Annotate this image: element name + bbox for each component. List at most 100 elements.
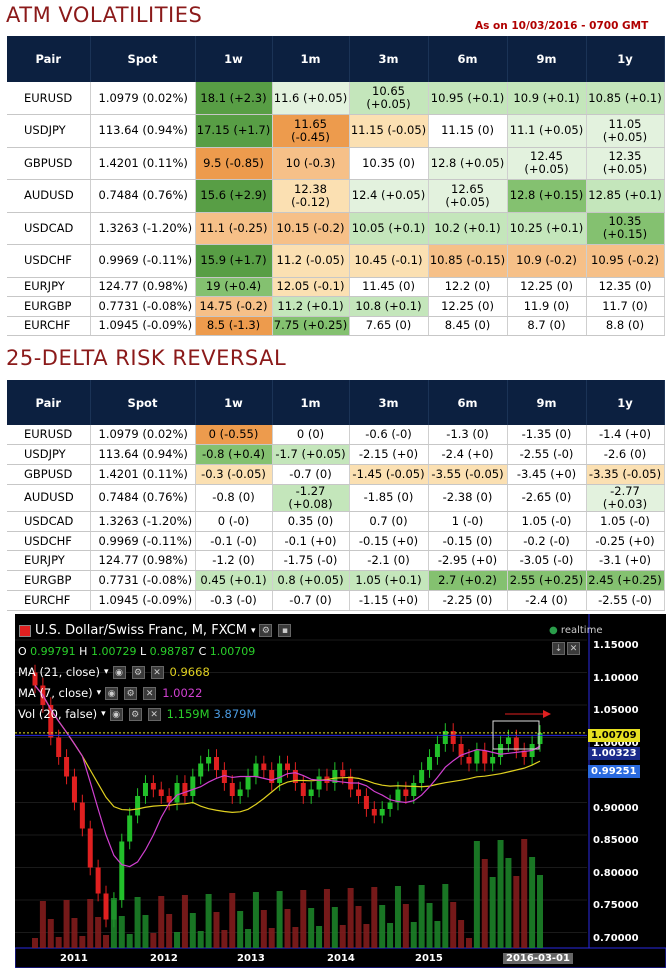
eye-icon[interactable]: ◉ — [105, 686, 119, 700]
value-cell: 11.7 (0) — [586, 296, 665, 317]
value-cell: 12.38 (-0.12) — [272, 179, 350, 213]
pane-close-icon[interactable]: ✕ — [567, 642, 580, 655]
column-header[interactable]: Pair — [7, 36, 91, 82]
eye-icon[interactable]: ◉ — [112, 665, 126, 679]
candle-body — [253, 763, 259, 777]
menu-icon[interactable]: ▪ — [278, 624, 292, 637]
column-header[interactable]: Spot — [90, 36, 196, 82]
column-header[interactable]: 9m — [507, 380, 587, 425]
pair-cell: EURJPY — [7, 550, 91, 572]
volume-bar — [32, 938, 38, 948]
value-cell: 1.05 (-0) — [586, 511, 665, 532]
column-header[interactable]: 1y — [586, 380, 665, 425]
vol-value-1: 1.159M — [166, 707, 210, 721]
close-icon[interactable]: ✕ — [150, 665, 164, 679]
volume-bar — [213, 912, 220, 948]
y-axis-tick: 1.05000 — [593, 705, 639, 716]
spot-cell: 1.3263 (-1.20%) — [90, 212, 196, 245]
candle-body — [158, 789, 164, 796]
ma7-legend[interactable]: MA (7, close) ▾ ◉ ⚙ ✕ 1.0022 — [18, 686, 202, 700]
column-header[interactable]: Spot — [90, 380, 196, 425]
value-cell: -0.6 (-0) — [349, 425, 429, 446]
price-chart[interactable]: U.S. Dollar/Swiss Franc, M, FXCM ▾ ⚙ ▪ ● … — [15, 614, 666, 968]
vol-legend[interactable]: Vol (20, false) ▾ ◉ ⚙ ✕ 1.159M 3.879M — [18, 707, 256, 721]
settings-icon[interactable]: ⚙ — [131, 665, 145, 679]
vol-label[interactable]: Vol (20, false) — [18, 707, 97, 721]
column-header[interactable]: 3m — [349, 380, 429, 425]
candle-body — [79, 802, 85, 829]
x-axis-tick: 2015 — [415, 953, 443, 964]
volume-bar — [513, 876, 520, 948]
value-cell: 11.2 (-0.05) — [272, 244, 350, 278]
value-cell: 8.8 (0) — [586, 316, 665, 337]
candle-body — [150, 783, 156, 790]
value-cell: 10.05 (+0.1) — [349, 212, 429, 245]
value-cell: 0.35 (0) — [272, 511, 350, 532]
close-icon[interactable]: ✕ — [143, 686, 157, 700]
value-cell: 15.6 (+2.9) — [195, 179, 273, 213]
column-header[interactable]: 1m — [272, 36, 350, 82]
value-cell: 14.75 (-0.2) — [195, 296, 273, 317]
value-cell: 12.25 (0) — [428, 296, 508, 317]
volume-bar — [371, 887, 378, 948]
column-header[interactable]: Pair — [7, 380, 91, 425]
x-axis-tick: 2012 — [150, 953, 178, 964]
candle-body — [434, 744, 440, 757]
realtime-label: realtime — [560, 625, 603, 636]
table-row: USDCHF 0.9969 (-0.11%) -0.1 (-0) -0.1 (+0) -… — [7, 531, 665, 552]
volume-bar — [537, 875, 543, 948]
column-header[interactable]: 6m — [428, 380, 508, 425]
column-header[interactable]: 1y — [586, 36, 665, 82]
ohlc-readout: O 0.99791 H 1.00729 L 0.98787 C 1.00709 — [18, 645, 255, 658]
value-cell: 7.65 (0) — [349, 316, 429, 337]
volume-bar — [284, 909, 291, 948]
close-icon[interactable]: ✕ — [147, 707, 161, 721]
column-header[interactable]: 9m — [507, 36, 587, 82]
value-cell: 15.9 (+1.7) — [195, 244, 273, 278]
value-cell: 1.05 (-0) — [507, 511, 587, 532]
column-header[interactable]: 6m — [428, 36, 508, 82]
candle-body — [427, 757, 433, 770]
value-cell: 12.85 (+0.1) — [586, 179, 665, 213]
candle-body — [387, 802, 393, 809]
spot-cell: 0.9969 (-0.11%) — [90, 244, 196, 278]
x-axis-tick: 2011 — [60, 953, 88, 964]
value-cell: 0.7 (0) — [349, 511, 429, 532]
settings-icon[interactable]: ⚙ — [259, 624, 273, 637]
volume-bar — [489, 877, 496, 948]
chevron-down-icon[interactable]: ▾ — [101, 709, 106, 719]
chevron-down-icon[interactable]: ▾ — [251, 626, 256, 636]
volume-bar — [166, 914, 173, 948]
candle-body — [340, 770, 346, 777]
candle-body — [229, 783, 235, 796]
volume-bar — [355, 906, 362, 948]
settings-icon[interactable]: ⚙ — [128, 707, 142, 721]
y-axis-tick: 0.85000 — [593, 835, 639, 846]
value-cell: 11.65 (-0.45) — [272, 114, 350, 148]
spot-cell: 124.77 (0.98%) — [90, 550, 196, 572]
ma21-legend[interactable]: MA (21, close) ▾ ◉ ⚙ ✕ 0.9668 — [18, 665, 210, 679]
candle-body — [403, 789, 409, 796]
value-cell: -0.25 (+0) — [586, 531, 665, 552]
pane-down-icon[interactable]: ⇣ — [552, 642, 565, 655]
value-cell: 10.65 (+0.05) — [349, 82, 429, 115]
ma7-label[interactable]: MA (7, close) — [18, 686, 93, 700]
arrow-head-icon — [543, 710, 551, 718]
column-header[interactable]: 1w — [195, 380, 273, 425]
column-header[interactable]: 1m — [272, 380, 350, 425]
value-cell: 1 (-0) — [428, 511, 508, 532]
ma21-label[interactable]: MA (21, close) — [18, 665, 100, 679]
eye-icon[interactable]: ◉ — [109, 707, 123, 721]
candle-body — [103, 893, 109, 920]
chevron-down-icon[interactable]: ▾ — [104, 667, 109, 677]
settings-icon[interactable]: ⚙ — [124, 686, 138, 700]
open-label: O — [18, 645, 27, 658]
chevron-down-icon[interactable]: ▾ — [97, 688, 102, 698]
value-cell: 11.45 (0) — [349, 277, 429, 298]
candle-body — [135, 796, 141, 816]
value-cell: -1.27 (+0.08) — [272, 484, 350, 512]
column-header[interactable]: 1w — [195, 36, 273, 82]
column-header[interactable]: 3m — [349, 36, 429, 82]
volume-bar — [197, 931, 204, 948]
symbol-title[interactable]: U.S. Dollar/Swiss Franc, M, FXCM — [35, 623, 247, 638]
